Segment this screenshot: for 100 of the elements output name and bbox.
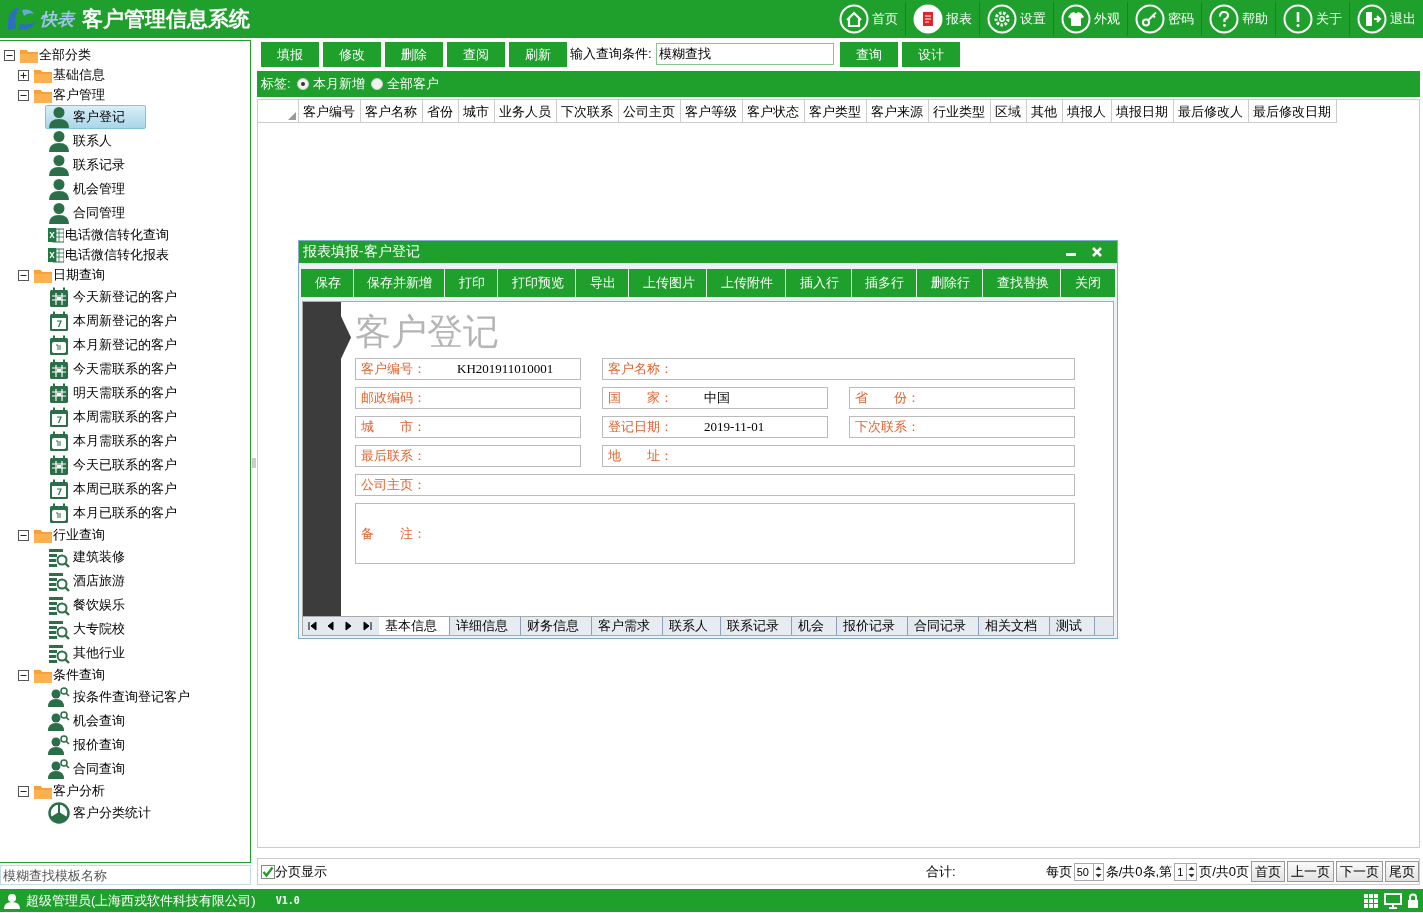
splitter-handle-icon[interactable]: [252, 458, 256, 468]
field-label: 省 份：: [855, 389, 921, 407]
radio-button[interactable]: [370, 78, 383, 90]
tree-item[interactable]: 酒店旅游: [45, 569, 146, 593]
form-field[interactable]: 客户编号： KH201911010001: [355, 358, 581, 380]
first-page-icon[interactable]: [307, 620, 319, 632]
sheet-tab[interactable]: 基本信息: [379, 617, 450, 635]
column-header[interactable]: 客户等级: [681, 100, 743, 123]
column-header[interactable]: 省份: [423, 100, 459, 123]
column-header[interactable]: 客户状态: [743, 100, 805, 123]
person-icon: [48, 202, 70, 224]
grid-icon[interactable]: [1363, 892, 1379, 909]
tree-item[interactable]: 其他行业: [45, 641, 146, 665]
collapse-icon[interactable]: [18, 785, 29, 797]
column-header[interactable]: 行业类型: [929, 100, 991, 123]
column-header[interactable]: 业务人员: [495, 100, 557, 123]
tree-item[interactable]: 电话微信转化报表: [45, 245, 190, 265]
filter-label: 标签:: [261, 75, 291, 93]
radio-button[interactable]: [296, 78, 309, 90]
tree-item[interactable]: 行业查询: [31, 525, 126, 545]
page-size-field[interactable]: 50: [1073, 862, 1094, 881]
collapse-icon[interactable]: [18, 529, 29, 541]
tree-item[interactable]: 报价查询: [45, 733, 146, 757]
form-field[interactable]: 登记日期： 2019-11-01: [602, 416, 828, 438]
folder-icon: [34, 783, 52, 799]
form-field[interactable]: 备 注：: [355, 503, 1075, 564]
form-field[interactable]: 城 市：: [355, 416, 581, 438]
collapse-icon[interactable]: [18, 89, 29, 101]
column-header[interactable]: 区域: [991, 100, 1027, 123]
tree-item[interactable]: 联系记录: [45, 153, 146, 177]
pager-button[interactable]: 上一页: [1287, 861, 1334, 882]
tree-item[interactable]: 机会查询: [45, 709, 146, 733]
form-field[interactable]: 省 份：: [849, 387, 1075, 409]
column-header[interactable]: 填报日期: [1112, 100, 1174, 123]
checkbox[interactable]: [261, 864, 275, 879]
tree-item[interactable]: 条件查询: [31, 665, 126, 685]
tree-item[interactable]: 电话微信转化查询: [45, 225, 190, 245]
tree-item[interactable]: 合同查询: [45, 757, 146, 781]
tree-item[interactable]: 本月已联系的客户: [45, 501, 198, 525]
tree-item[interactable]: 客户管理: [31, 85, 126, 105]
column-header[interactable]: 下次联系: [557, 100, 619, 123]
tree-item[interactable]: 基础信息: [31, 65, 126, 85]
tree-item[interactable]: 本月需联系的客户: [45, 429, 198, 453]
checkbox-label[interactable]: 分页显示: [275, 862, 327, 881]
tree-item[interactable]: 本周需联系的客户: [45, 405, 198, 429]
tree-item[interactable]: 今天需联系的客户: [45, 357, 198, 381]
tree-item[interactable]: 客户分析: [31, 781, 126, 801]
tree-item[interactable]: 本周已联系的客户: [45, 477, 198, 501]
form-field[interactable]: 地 址：: [602, 445, 1075, 467]
tree-item[interactable]: 日期查询: [31, 265, 126, 285]
column-header[interactable]: 其他: [1027, 100, 1063, 123]
tree-item[interactable]: 全部分类: [17, 45, 112, 65]
form-field[interactable]: 最后联系：: [355, 445, 581, 467]
column-header[interactable]: 公司主页: [619, 100, 681, 123]
tree-item[interactable]: 今天新登记的客户: [45, 285, 198, 309]
folder-icon: [34, 267, 52, 283]
column-header[interactable]: 填报人: [1063, 100, 1112, 123]
template-search-field[interactable]: 模糊查找模板名称: [0, 865, 251, 885]
tree-item[interactable]: 建筑装修: [45, 545, 146, 569]
column-header[interactable]: 客户名称: [361, 100, 423, 123]
column-header[interactable]: 最后修改人: [1174, 100, 1249, 123]
tree-item[interactable]: 明天需联系的客户: [45, 381, 198, 405]
query-field[interactable]: 模糊查找: [655, 43, 834, 65]
last-page-icon[interactable]: [361, 620, 373, 632]
tree-item[interactable]: 餐饮娱乐: [45, 593, 146, 617]
form-field[interactable]: 下次联系：: [849, 416, 1075, 438]
tree-item[interactable]: 本周新登记的客户: [45, 309, 198, 333]
expand-icon[interactable]: [18, 69, 29, 81]
collapse-icon[interactable]: [18, 669, 29, 681]
page-number-field[interactable]: 1: [1174, 862, 1188, 881]
column-header[interactable]: 城市: [459, 100, 495, 123]
pager-button[interactable]: 尾页: [1385, 861, 1419, 882]
form-field[interactable]: 国 家： 中国: [602, 387, 828, 409]
tree-item[interactable]: 合同管理: [45, 201, 146, 225]
lock-icon[interactable]: [1407, 892, 1419, 909]
collapse-icon[interactable]: [4, 49, 15, 61]
column-header[interactable]: 客户来源: [867, 100, 929, 123]
tree-item[interactable]: 机会管理: [45, 177, 146, 201]
tree-item[interactable]: 本月新登记的客户: [45, 333, 198, 357]
tree-item[interactable]: 今天已联系的客户: [45, 453, 198, 477]
form-field[interactable]: 客户名称：: [602, 358, 1075, 380]
monitor-icon[interactable]: [1384, 892, 1402, 909]
column-header[interactable]: 最后修改日期: [1249, 100, 1337, 123]
pager-button[interactable]: 首页: [1251, 861, 1285, 882]
pager-button[interactable]: 下一页: [1336, 861, 1383, 882]
spin-arrows-icon[interactable]: [1187, 862, 1198, 881]
close-icon[interactable]: [1091, 246, 1103, 258]
form-field[interactable]: 公司主页：: [355, 474, 1075, 496]
spin-arrows-icon[interactable]: [1093, 862, 1104, 881]
form-field[interactable]: 邮政编码：: [355, 387, 581, 409]
tree-item[interactable]: 客户分类统计: [45, 801, 172, 825]
collapse-icon[interactable]: [18, 269, 29, 281]
tree-item[interactable]: 按条件查询登记客户: [45, 685, 211, 709]
folder-icon: [34, 527, 52, 543]
column-header[interactable]: 客户编号: [299, 100, 361, 123]
column-header[interactable]: 客户类型: [805, 100, 867, 123]
tree-item[interactable]: 客户登记: [45, 105, 146, 129]
previous-icon[interactable]: [325, 620, 337, 632]
tree-item[interactable]: 大专院校: [45, 617, 146, 641]
tree-item[interactable]: 联系人: [45, 129, 133, 153]
